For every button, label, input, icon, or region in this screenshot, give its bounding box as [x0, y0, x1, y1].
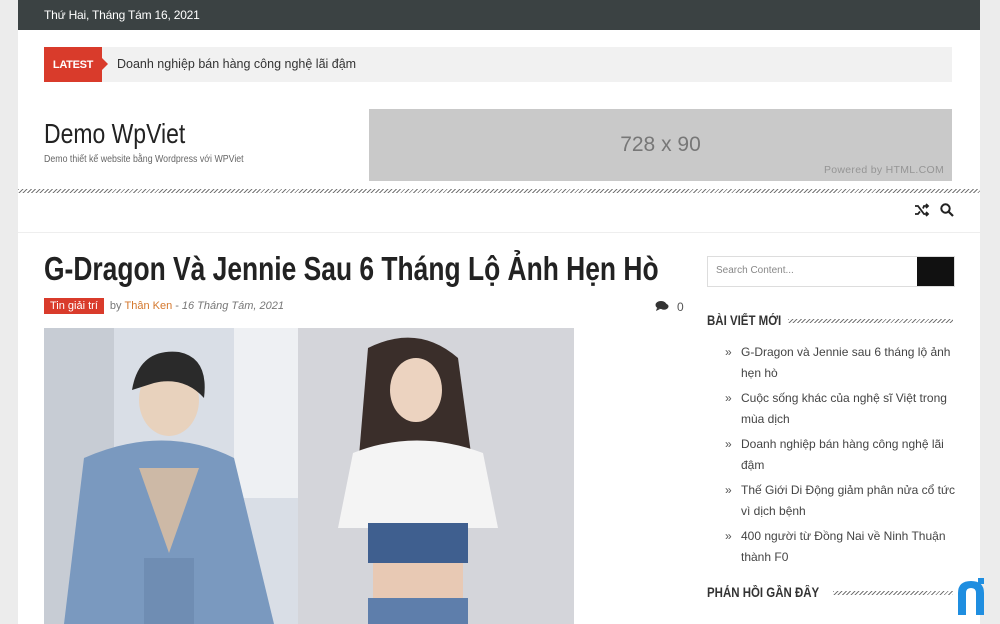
- header-divider: [18, 189, 980, 193]
- ticker-headline-link[interactable]: Doanh nghiệp bán hàng công nghệ lãi đậm: [117, 57, 356, 71]
- recent-post-link[interactable]: 400 người từ Đồng Nai về Ninh Thuận thàn…: [725, 526, 957, 568]
- nav-separator: [18, 232, 980, 233]
- post-meta: Tin giải trí by Thân Ken - 16 Tháng Tám,…: [44, 298, 284, 314]
- comment-count-value: 0: [677, 300, 684, 314]
- comment-count[interactable]: 0: [655, 300, 684, 315]
- scroll-badge-icon[interactable]: [952, 575, 990, 615]
- shuffle-icon[interactable]: [914, 203, 930, 221]
- post-title: G-Dragon Và Jennie Sau 6 Tháng Lộ Ảnh Hẹ…: [44, 250, 659, 287]
- site-title-link[interactable]: Demo WpViet: [44, 118, 185, 150]
- recent-comments-title: PHẢN HỒI GẦN ĐÂY: [707, 585, 820, 600]
- ad-size-text: 728 x 90: [620, 133, 701, 156]
- by-label: by: [109, 300, 122, 312]
- recent-post-link[interactable]: Cuộc sống khác của nghệ sĩ Việt trong mù…: [725, 388, 957, 430]
- sidebar-search: Search Content...: [707, 256, 955, 287]
- featured-image-left-photo: [44, 328, 298, 624]
- comments-icon: [655, 300, 669, 315]
- recent-posts-heading: BÀI VIẾT MỚI: [707, 313, 953, 328]
- recent-comments-heading: PHẢN HỒI GẦN ĐÂY: [707, 585, 953, 600]
- meta-separator: -: [175, 300, 179, 312]
- recent-post-link[interactable]: G-Dragon và Jennie sau 6 tháng lộ ảnh hẹ…: [725, 342, 957, 384]
- recent-post-link[interactable]: Thế Giới Di Động giảm phân nửa cổ tức vì…: [725, 480, 957, 522]
- search-icon[interactable]: [940, 203, 954, 221]
- news-ticker: LATEST Doanh nghiệp bán hàng công nghệ l…: [44, 47, 952, 82]
- sidebar-search-input[interactable]: Search Content...: [716, 265, 794, 276]
- ad-powered-by: Powered by HTML.COM: [823, 164, 944, 176]
- heading-stripe: [788, 318, 953, 323]
- category-badge[interactable]: Tin giải trí: [44, 298, 104, 314]
- latest-label: LATEST: [44, 47, 108, 82]
- recent-posts-list: G-Dragon và Jennie sau 6 tháng lộ ảnh hẹ…: [725, 342, 957, 572]
- author-link[interactable]: Thân Ken: [125, 300, 173, 312]
- recent-post-link[interactable]: Doanh nghiệp bán hàng công nghệ lãi đậm: [725, 434, 957, 476]
- top-bar: Thứ Hai, Tháng Tám 16, 2021: [18, 0, 980, 30]
- featured-image-right-photo: [298, 328, 574, 624]
- sidebar-search-button[interactable]: [917, 257, 954, 286]
- post-date: 16 Tháng Tám, 2021: [181, 300, 285, 312]
- heading-stripe: [833, 590, 953, 595]
- ad-banner[interactable]: 728 x 90 Powered by HTML.COM: [369, 109, 952, 181]
- featured-image[interactable]: [44, 328, 574, 624]
- page-container: LATEST Doanh nghiệp bán hàng công nghệ l…: [18, 30, 980, 624]
- site-description: Demo thiết kế website bằng Wordpress với…: [44, 154, 244, 165]
- recent-posts-title: BÀI VIẾT MỚI: [707, 313, 782, 328]
- current-date: Thứ Hai, Tháng Tám 16, 2021: [44, 8, 200, 22]
- nav-icons: [914, 203, 954, 221]
